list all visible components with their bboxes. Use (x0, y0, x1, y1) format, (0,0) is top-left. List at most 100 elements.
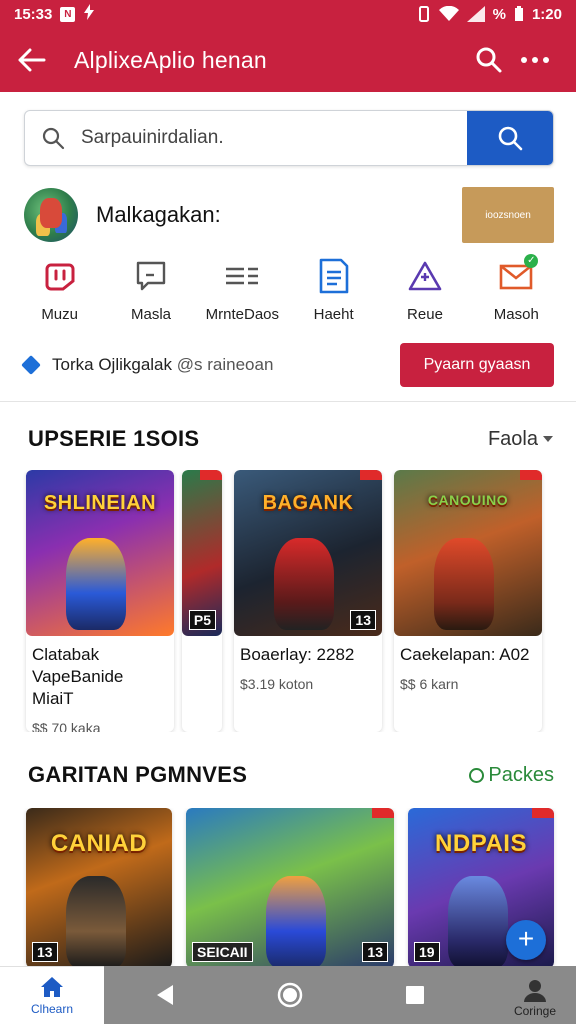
quick-action-mrntedaos[interactable]: MrnteDaos (197, 256, 288, 323)
nav-profile-label: Coringe (513, 1004, 556, 1018)
quick-action-haeht[interactable]: Haeht (288, 256, 379, 323)
search-area (0, 92, 576, 166)
list-icon (222, 256, 262, 296)
corner-ribbon (200, 470, 222, 480)
game-art: P5 (182, 470, 222, 636)
game-art: CANIAD 13 (26, 808, 172, 968)
status-bar: 15:33 N % 1:20 (0, 0, 576, 28)
info-prefix: Torka (52, 355, 94, 374)
chevron-down-icon (543, 436, 553, 442)
game-art: SHLINEIAN (26, 470, 174, 636)
wifi-icon (438, 6, 459, 22)
corner-ribbon (360, 470, 382, 480)
section-link-label: Faola (487, 427, 538, 450)
avatar[interactable] (24, 188, 78, 242)
rating-tag: SEICAII (192, 942, 253, 962)
search-icon (476, 47, 502, 73)
hero-figure (434, 538, 494, 630)
nav-profile[interactable]: Coringe (514, 978, 556, 1018)
quick-action-masoh[interactable]: ✓ Masoh (471, 254, 562, 323)
back-triangle-icon[interactable] (155, 984, 175, 1006)
game-logo: CANIAD (50, 830, 148, 857)
status-right: % 1:20 (417, 6, 562, 23)
system-nav (104, 966, 576, 1024)
game-price: $$ 6 karn (400, 676, 459, 692)
status-time-right: 1:20 (531, 5, 562, 23)
game-price: $$ 70 kaka (32, 720, 101, 732)
game-card-row: CANIAD 13 SEICAII 13 NDPAIS 19 + (0, 808, 576, 968)
status-time-left: 15:33 (14, 5, 53, 23)
rating-tag: 13 (350, 610, 376, 630)
game-logo: SHLINEIAN (43, 492, 157, 514)
section-filter-dropdown[interactable]: Faola (488, 428, 554, 451)
game-logo: BAGANK (262, 492, 354, 514)
mail-icon: ✓ (496, 254, 539, 296)
quick-actions: Muzu Masla MrnteDaos Haeht Reue ✓ Masoh (0, 244, 576, 323)
game-card[interactable]: NDPAIS 19 + (408, 808, 554, 968)
game-art: BAGANK 13 (234, 470, 382, 636)
battery-icon (514, 6, 524, 22)
bolt-icon (83, 4, 95, 24)
card-body: Caekelapan: A02 $$ 6 karn (394, 636, 542, 732)
app-screen: 15:33 N % 1:20 AlplixeAplio henan Sarpau… (0, 0, 576, 1024)
nav-home-label: Clhearn (30, 1001, 74, 1016)
card-body: Boaerlay: 2282 $3.19 koton (234, 636, 382, 732)
app-bar: AlplixeAplio henan (0, 28, 576, 92)
hero-figure (266, 876, 326, 968)
search-submit-button[interactable] (467, 111, 553, 165)
section-title: GARITAN PGMNVES (28, 762, 248, 787)
search-field-icon (25, 111, 81, 165)
status-left: 15:33 N (14, 4, 95, 24)
recents-square-icon[interactable] (405, 985, 425, 1005)
primary-action-button[interactable]: Pyaarn gyaasn (400, 343, 554, 387)
vibrate-icon (417, 6, 431, 22)
game-logo: NDPAIS (435, 830, 527, 857)
game-art: NDPAIS 19 + (408, 808, 554, 968)
home-icon (41, 976, 63, 997)
quick-action-label: Haeht (313, 306, 354, 323)
game-card-preview[interactable]: P5 (182, 470, 222, 732)
check-badge-icon: ✓ (524, 254, 539, 268)
magnifier-icon (42, 127, 65, 150)
hero-figure (274, 538, 334, 630)
game-card[interactable]: SEICAII 13 (186, 808, 394, 968)
section-link[interactable]: Packes (469, 764, 554, 787)
profile-row: Malkagakan: ioozsnoen (0, 166, 576, 244)
add-button[interactable]: + (506, 920, 546, 960)
game-card[interactable]: CANOUINO Caekelapan: A02 $$ 6 karn (394, 470, 542, 732)
search-input[interactable] (81, 111, 467, 165)
promo-chip[interactable]: ioozsnoen (462, 187, 554, 243)
game-card[interactable]: SHLINEIAN Clatabak VapeBanide MiaiT $$ 7… (26, 470, 174, 732)
home-circle-icon[interactable] (277, 982, 303, 1008)
game-card[interactable]: CANIAD 13 (26, 808, 172, 968)
search-bar (24, 110, 554, 166)
diamond-icon (21, 355, 41, 375)
quick-action-label: Masoh (493, 306, 539, 323)
back-button[interactable] (18, 39, 60, 81)
quick-action-muzu[interactable]: Muzu (14, 256, 105, 323)
game-card[interactable]: BAGANK 13 Boaerlay: 2282 $3.19 koton (234, 470, 382, 732)
nav-home[interactable]: Clhearn (0, 966, 104, 1024)
profile-name: Malkagakan: (96, 202, 221, 227)
quick-action-label: Masla (130, 306, 171, 323)
info-muted: @s raineoan (176, 355, 274, 374)
game-title: Caekelapan: A02 (400, 645, 530, 664)
quick-action-label: MrnteDaos (205, 306, 279, 323)
more-button[interactable] (512, 39, 558, 81)
rating-tag: P5 (188, 610, 216, 630)
search-button[interactable] (466, 39, 512, 81)
game-title: Clatabak VapeBanide MiaiT (32, 645, 124, 708)
info-text: Torka Ojlikgalak @s raineoan (52, 355, 400, 375)
bottom-navigation: Clhearn Coringe (0, 966, 576, 1024)
quick-action-masla[interactable]: Masla (105, 256, 196, 323)
person-icon (523, 980, 546, 1002)
corner-ribbon (372, 808, 394, 818)
section-link-label: Packes (488, 763, 554, 786)
quick-action-reue[interactable]: Reue (379, 256, 470, 323)
search-icon (498, 126, 523, 151)
info-main: Ojlikgalak (98, 355, 173, 374)
arrow-left-icon (18, 48, 46, 72)
game-price: $3.19 koton (240, 676, 314, 692)
app-title: AlplixeAplio henan (74, 46, 267, 73)
notification-badge: N (60, 6, 76, 22)
